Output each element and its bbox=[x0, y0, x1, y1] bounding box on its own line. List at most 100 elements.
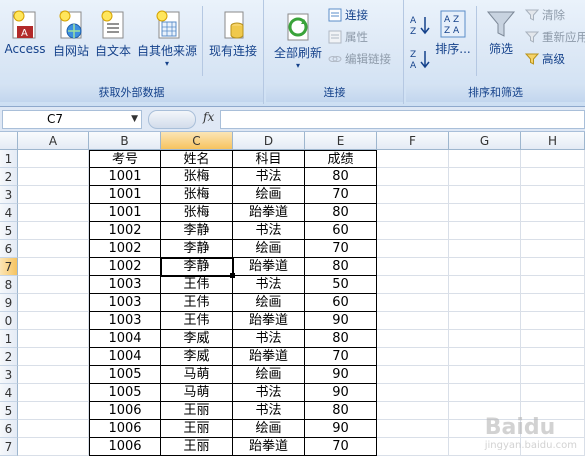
properties-button[interactable]: 属性 bbox=[328, 29, 368, 45]
cell-d14[interactable]: 书法 bbox=[233, 384, 305, 402]
cell-g10[interactable] bbox=[449, 312, 521, 330]
row-header-8[interactable]: 8 bbox=[0, 276, 18, 294]
cell-f7[interactable] bbox=[377, 258, 449, 276]
column-header-f[interactable]: F bbox=[377, 132, 449, 150]
cell-h3[interactable] bbox=[521, 186, 585, 204]
cell-a7[interactable] bbox=[18, 258, 89, 276]
row-header-17[interactable]: 7 bbox=[0, 438, 18, 456]
cell-f14[interactable] bbox=[377, 384, 449, 402]
cell-f6[interactable] bbox=[377, 240, 449, 258]
column-header-g[interactable]: G bbox=[449, 132, 521, 150]
cell-d4[interactable]: 跆拳道 bbox=[233, 204, 305, 222]
cell-e11[interactable]: 80 bbox=[305, 330, 377, 348]
cell-c14[interactable]: 马萌 bbox=[161, 384, 233, 402]
cell-a17[interactable] bbox=[18, 438, 89, 456]
cell-d10[interactable]: 跆拳道 bbox=[233, 312, 305, 330]
cell-e9[interactable]: 60 bbox=[305, 294, 377, 312]
cell-c2[interactable]: 张梅 bbox=[161, 168, 233, 186]
cell-g5[interactable] bbox=[449, 222, 521, 240]
cell-a10[interactable] bbox=[18, 312, 89, 330]
cell-f12[interactable] bbox=[377, 348, 449, 366]
row-header-14[interactable]: 4 bbox=[0, 384, 18, 402]
cell-e14[interactable]: 90 bbox=[305, 384, 377, 402]
cell-c4[interactable]: 张梅 bbox=[161, 204, 233, 222]
row-header-9[interactable]: 9 bbox=[0, 294, 18, 312]
cell-c3[interactable]: 张梅 bbox=[161, 186, 233, 204]
cell-b8[interactable]: 1003 bbox=[89, 276, 161, 294]
fill-handle[interactable] bbox=[230, 273, 235, 278]
row-header-10[interactable]: 0 bbox=[0, 312, 18, 330]
cell-h4[interactable] bbox=[521, 204, 585, 222]
cell-e6[interactable]: 70 bbox=[305, 240, 377, 258]
cell-c10[interactable]: 王伟 bbox=[161, 312, 233, 330]
cell-g8[interactable] bbox=[449, 276, 521, 294]
filter-button[interactable]: 筛选 bbox=[479, 8, 523, 57]
row-header-15[interactable]: 5 bbox=[0, 402, 18, 420]
cell-h9[interactable] bbox=[521, 294, 585, 312]
cell-h11[interactable] bbox=[521, 330, 585, 348]
cell-b1[interactable]: 考号 bbox=[89, 150, 161, 168]
cell-g9[interactable] bbox=[449, 294, 521, 312]
cell-h7[interactable] bbox=[521, 258, 585, 276]
cell-d8[interactable]: 书法 bbox=[233, 276, 305, 294]
cell-c15[interactable]: 王丽 bbox=[161, 402, 233, 420]
cell-b6[interactable]: 1002 bbox=[89, 240, 161, 258]
cell-f4[interactable] bbox=[377, 204, 449, 222]
sort-button[interactable]: A Z Z A 排序... bbox=[434, 8, 472, 57]
cell-a6[interactable] bbox=[18, 240, 89, 258]
cell-a3[interactable] bbox=[18, 186, 89, 204]
cell-f9[interactable] bbox=[377, 294, 449, 312]
cell-h13[interactable] bbox=[521, 366, 585, 384]
cell-f1[interactable] bbox=[377, 150, 449, 168]
cell-d7[interactable]: 跆拳道 bbox=[233, 258, 305, 276]
cell-c1[interactable]: 姓名 bbox=[161, 150, 233, 168]
cell-c5[interactable]: 李静 bbox=[161, 222, 233, 240]
cell-b3[interactable]: 1001 bbox=[89, 186, 161, 204]
cell-h1[interactable] bbox=[521, 150, 585, 168]
cell-f11[interactable] bbox=[377, 330, 449, 348]
cell-e8[interactable]: 50 bbox=[305, 276, 377, 294]
cell-f17[interactable] bbox=[377, 438, 449, 456]
cell-b2[interactable]: 1001 bbox=[89, 168, 161, 186]
cell-e4[interactable]: 80 bbox=[305, 204, 377, 222]
cell-d3[interactable]: 绘画 bbox=[233, 186, 305, 204]
cell-d13[interactable]: 绘画 bbox=[233, 366, 305, 384]
edit-links-button[interactable]: 编辑链接 bbox=[328, 51, 391, 67]
row-header-12[interactable]: 2 bbox=[0, 348, 18, 366]
column-header-h[interactable]: H bbox=[521, 132, 585, 150]
cell-a13[interactable] bbox=[18, 366, 89, 384]
row-header-5[interactable]: 5 bbox=[0, 222, 18, 240]
cell-b7[interactable]: 1002 bbox=[89, 258, 161, 276]
cell-f15[interactable] bbox=[377, 402, 449, 420]
cell-c9[interactable]: 王伟 bbox=[161, 294, 233, 312]
from-other-sources-button[interactable]: 自其他来源 ▾ bbox=[134, 6, 200, 68]
cell-a16[interactable] bbox=[18, 420, 89, 438]
cell-d6[interactable]: 绘画 bbox=[233, 240, 305, 258]
cell-f16[interactable] bbox=[377, 420, 449, 438]
cell-c13[interactable]: 马萌 bbox=[161, 366, 233, 384]
cell-b4[interactable]: 1001 bbox=[89, 204, 161, 222]
cell-b16[interactable]: 1006 bbox=[89, 420, 161, 438]
column-header-c[interactable]: C bbox=[161, 132, 233, 150]
cell-b10[interactable]: 1003 bbox=[89, 312, 161, 330]
cell-h10[interactable] bbox=[521, 312, 585, 330]
row-header-13[interactable]: 3 bbox=[0, 366, 18, 384]
cell-d15[interactable]: 书法 bbox=[233, 402, 305, 420]
cell-h14[interactable] bbox=[521, 384, 585, 402]
column-header-a[interactable]: A bbox=[18, 132, 89, 150]
cell-b12[interactable]: 1004 bbox=[89, 348, 161, 366]
cell-f13[interactable] bbox=[377, 366, 449, 384]
cell-a2[interactable] bbox=[18, 168, 89, 186]
cell-g1[interactable] bbox=[449, 150, 521, 168]
column-header-b[interactable]: B bbox=[89, 132, 161, 150]
cell-g6[interactable] bbox=[449, 240, 521, 258]
cell-f2[interactable] bbox=[377, 168, 449, 186]
select-all-corner[interactable] bbox=[0, 132, 18, 150]
row-header-3[interactable]: 3 bbox=[0, 186, 18, 204]
cell-c11[interactable]: 李威 bbox=[161, 330, 233, 348]
column-header-d[interactable]: D bbox=[233, 132, 305, 150]
cell-a5[interactable] bbox=[18, 222, 89, 240]
chevron-down-icon[interactable]: ▼ bbox=[131, 111, 138, 128]
column-header-e[interactable]: E bbox=[305, 132, 377, 150]
cell-d1[interactable]: 科目 bbox=[233, 150, 305, 168]
